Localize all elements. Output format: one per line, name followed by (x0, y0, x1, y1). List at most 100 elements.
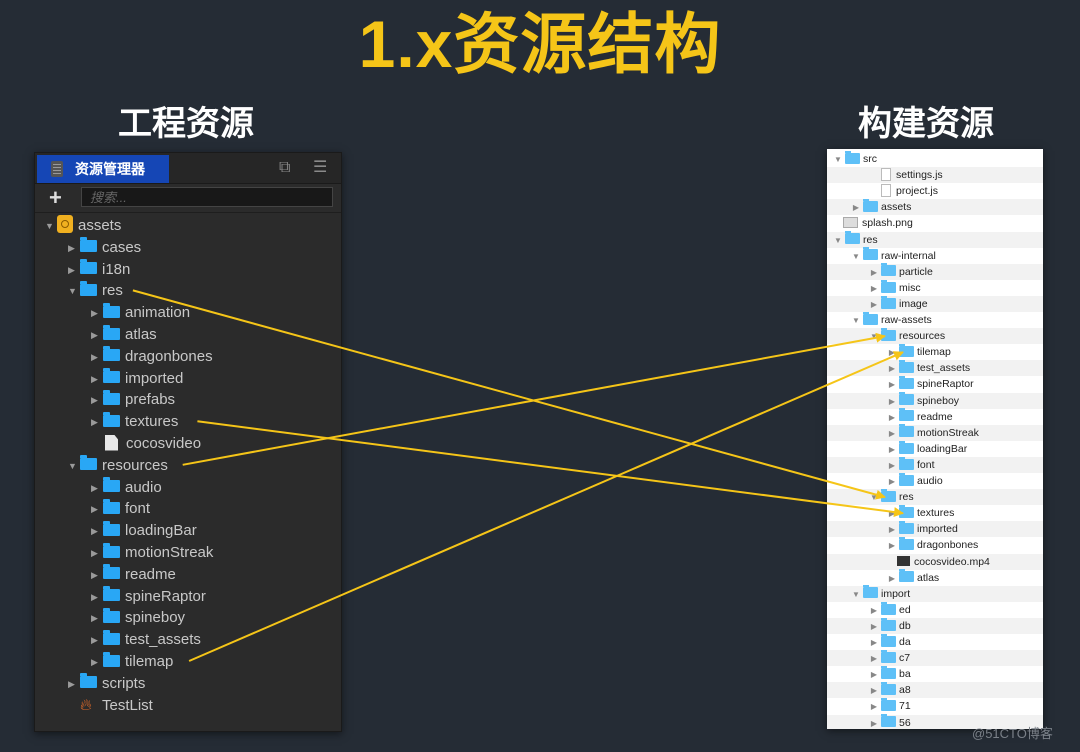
file-row-a8[interactable]: ▶ a8 (827, 682, 1043, 699)
tree-item-readme[interactable]: ▶ readme (91, 564, 176, 586)
caret-right-icon[interactable]: ▶ (869, 635, 879, 651)
caret-right-icon[interactable]: ▶ (869, 603, 879, 619)
caret-right-icon[interactable]: ▶ (91, 368, 103, 390)
file-row-raw-internal[interactable]: ▼ raw-internal (827, 247, 1043, 265)
caret-down-icon[interactable]: ▼ (851, 587, 861, 603)
file-row-cocosvideo-mp4[interactable]: cocosvideo.mp4 (827, 553, 1043, 570)
tree-item-tilemap[interactable]: ▶ tilemap (91, 651, 173, 673)
caret-right-icon[interactable]: ▶ (869, 265, 879, 281)
caret-right-icon[interactable]: ▶ (91, 346, 103, 368)
caret-right-icon[interactable]: ▶ (91, 651, 103, 673)
file-row-import[interactable]: ▼ import (827, 585, 1043, 603)
caret-down-icon[interactable]: ▼ (869, 329, 879, 345)
caret-right-icon[interactable]: ▶ (887, 361, 897, 377)
caret-right-icon[interactable]: ▶ (869, 281, 879, 297)
caret-right-icon[interactable]: ▶ (887, 442, 897, 458)
caret-right-icon[interactable]: ▶ (68, 673, 80, 695)
caret-down-icon[interactable]: ▼ (45, 215, 57, 237)
tree-item-loadingbar[interactable]: ▶ loadingBar (91, 520, 197, 542)
tree-item-cocosvideo[interactable]: cocosvideo (91, 433, 201, 455)
file-row-src[interactable]: ▼ src (827, 150, 1043, 168)
caret-right-icon[interactable]: ▶ (91, 477, 103, 499)
caret-right-icon[interactable]: ▶ (91, 542, 103, 564)
tree-item-imported[interactable]: ▶ imported (91, 368, 183, 390)
caret-down-icon[interactable]: ▼ (869, 490, 879, 506)
tree-item-test-assets[interactable]: ▶ test_assets (91, 629, 201, 651)
tree-item-spineboy[interactable]: ▶ spineboy (91, 607, 185, 629)
caret-right-icon[interactable]: ▶ (869, 699, 879, 715)
caret-right-icon[interactable]: ▶ (887, 522, 897, 538)
file-row-particle[interactable]: ▶ particle (827, 263, 1043, 281)
caret-right-icon[interactable]: ▶ (91, 498, 103, 520)
file-row-image[interactable]: ▶ image (827, 295, 1043, 313)
file-row-project-js[interactable]: project.js (827, 183, 1043, 199)
caret-right-icon[interactable]: ▶ (91, 389, 103, 411)
caret-right-icon[interactable]: ▶ (869, 683, 879, 699)
caret-right-icon[interactable]: ▶ (887, 506, 897, 522)
tree-item-scripts[interactable]: ▶ scripts (68, 673, 145, 695)
caret-down-icon[interactable]: ▼ (851, 249, 861, 265)
tree-item-resources[interactable]: ▼ resources (68, 455, 168, 477)
file-row-resources[interactable]: ▼ resources (827, 327, 1043, 345)
caret-right-icon[interactable]: ▶ (887, 458, 897, 474)
caret-right-icon[interactable]: ▶ (887, 571, 897, 587)
search-input[interactable]: 搜索... (81, 187, 333, 207)
file-row-res[interactable]: ▼ res (827, 488, 1043, 506)
caret-right-icon[interactable]: ▶ (887, 394, 897, 410)
file-row-textures[interactable]: ▶ textures (827, 504, 1043, 522)
file-row-atlas[interactable]: ▶ atlas (827, 569, 1043, 587)
caret-right-icon[interactable]: ▶ (91, 629, 103, 651)
caret-right-icon[interactable]: ▶ (91, 302, 103, 324)
file-row-assets[interactable]: ▶ assets (827, 199, 1043, 216)
caret-right-icon[interactable]: ▶ (91, 586, 103, 608)
caret-right-icon[interactable]: ▶ (68, 237, 80, 259)
tree-item-i18n[interactable]: ▶ i18n (68, 259, 130, 281)
caret-right-icon[interactable]: ▶ (887, 410, 897, 426)
caret-right-icon[interactable]: ▶ (869, 667, 879, 683)
add-button[interactable]: + (49, 186, 62, 210)
tree-item-testlist[interactable]: 🔥︎ TestList (68, 695, 153, 717)
file-row-splash-png[interactable]: splash.png (827, 215, 1043, 231)
file-row-tilemap[interactable]: ▶ tilemap (827, 343, 1043, 360)
file-row-imported[interactable]: ▶ imported (827, 521, 1043, 538)
caret-down-icon[interactable]: ▼ (833, 233, 843, 249)
tree-item-assets[interactable]: ▼ assets (45, 215, 121, 237)
popout-icon[interactable]: ⧉ (279, 159, 290, 177)
caret-right-icon[interactable]: ▶ (887, 377, 897, 393)
file-row-spineraptor[interactable]: ▶ spineRaptor (827, 376, 1043, 392)
tree-item-cases[interactable]: ▶ cases (68, 237, 141, 259)
file-row-test-assets[interactable]: ▶ test_assets (827, 360, 1043, 377)
caret-down-icon[interactable]: ▼ (68, 280, 80, 302)
tree-item-dragonbones[interactable]: ▶ dragonbones (91, 346, 213, 368)
tree-item-textures[interactable]: ▶ textures (91, 411, 178, 433)
file-row-loadingbar[interactable]: ▶ loadingBar (827, 440, 1043, 458)
file-row-audio[interactable]: ▶ audio (827, 472, 1043, 489)
tree-item-res[interactable]: ▼ res (68, 280, 123, 302)
caret-right-icon[interactable]: ▶ (91, 411, 103, 433)
caret-down-icon[interactable]: ▼ (833, 152, 843, 168)
file-row-raw-assets[interactable]: ▼ raw-assets (827, 311, 1043, 329)
tree-item-prefabs[interactable]: ▶ prefabs (91, 389, 175, 411)
caret-right-icon[interactable]: ▶ (91, 564, 103, 586)
caret-right-icon[interactable]: ▶ (869, 297, 879, 313)
caret-down-icon[interactable]: ▼ (68, 455, 80, 477)
caret-right-icon[interactable]: ▶ (887, 426, 897, 442)
tree-item-spineraptor[interactable]: ▶ spineRaptor (91, 586, 206, 608)
tab-asset-manager[interactable]: 资源管理器 (37, 155, 169, 183)
file-row-ed[interactable]: ▶ ed (827, 601, 1043, 619)
file-row-settings-js[interactable]: settings.js (827, 167, 1043, 184)
file-row-res[interactable]: ▼ res (827, 231, 1043, 249)
file-row-misc[interactable]: ▶ misc (827, 279, 1043, 297)
caret-right-icon[interactable]: ▶ (851, 200, 861, 216)
caret-right-icon[interactable]: ▶ (91, 607, 103, 629)
file-row-71[interactable]: ▶ 71 (827, 698, 1043, 714)
tree-item-audio[interactable]: ▶ audio (91, 477, 162, 499)
tree-item-motionstreak[interactable]: ▶ motionStreak (91, 542, 213, 564)
caret-right-icon[interactable]: ▶ (91, 324, 103, 346)
caret-down-icon[interactable]: ▼ (851, 313, 861, 329)
tree-item-animation[interactable]: ▶ animation (91, 302, 190, 324)
caret-right-icon[interactable]: ▶ (887, 538, 897, 554)
caret-right-icon[interactable]: ▶ (869, 651, 879, 667)
caret-right-icon[interactable]: ▶ (869, 716, 879, 730)
tree-item-atlas[interactable]: ▶ atlas (91, 324, 157, 346)
